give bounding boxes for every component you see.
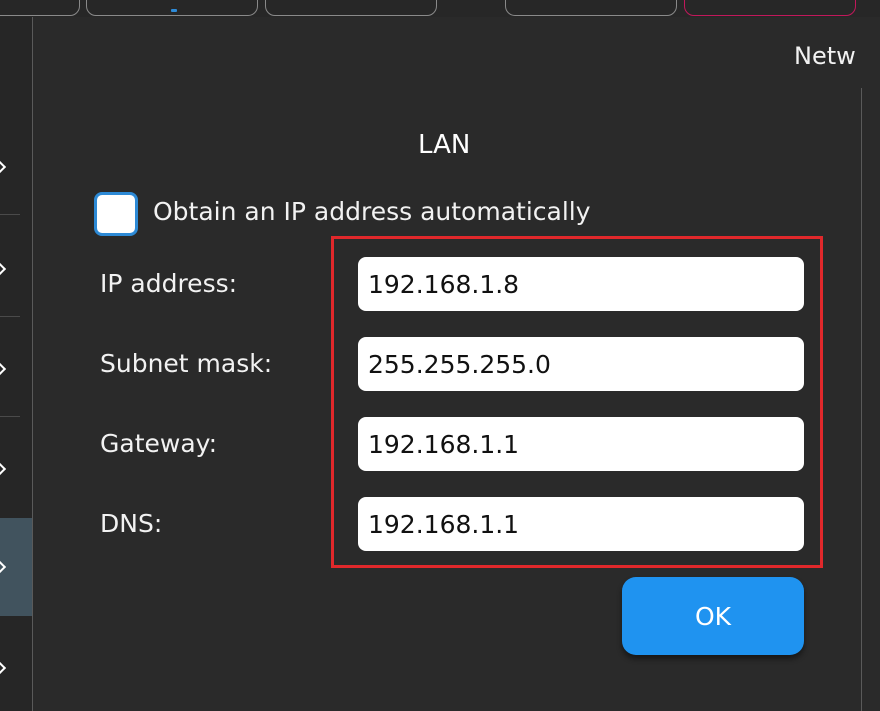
ok-button[interactable]: OK (622, 577, 804, 655)
sidebar-divider (0, 416, 20, 417)
dialog-title: LAN (418, 130, 471, 160)
chevron-right-icon[interactable] (0, 261, 7, 277)
top-tab-1[interactable] (0, 0, 80, 16)
chevron-right-icon[interactable] (0, 159, 7, 175)
ip-address-label: IP address: (100, 269, 238, 298)
top-tab-bar (0, 0, 880, 17)
auto-ip-checkbox[interactable] (94, 192, 138, 236)
top-tab-4[interactable] (505, 0, 677, 16)
tab-indicator (171, 9, 177, 12)
top-tab-3[interactable] (265, 0, 437, 16)
sidebar-divider (0, 214, 20, 215)
page-title: Netw (794, 42, 856, 70)
top-tab-2[interactable] (86, 0, 258, 16)
sidebar (0, 17, 33, 711)
chevron-right-icon[interactable] (0, 461, 7, 477)
dns-label: DNS: (100, 509, 163, 538)
auto-ip-label[interactable]: Obtain an IP address automatically (153, 197, 591, 226)
top-tab-5[interactable] (684, 0, 856, 16)
panel-divider (861, 88, 862, 711)
sidebar-divider (0, 316, 20, 317)
chevron-right-icon[interactable] (0, 361, 7, 377)
subnet-mask-label: Subnet mask: (100, 349, 273, 378)
highlight-box (331, 236, 823, 568)
gateway-label: Gateway: (100, 429, 218, 458)
chevron-right-icon[interactable] (0, 660, 7, 676)
